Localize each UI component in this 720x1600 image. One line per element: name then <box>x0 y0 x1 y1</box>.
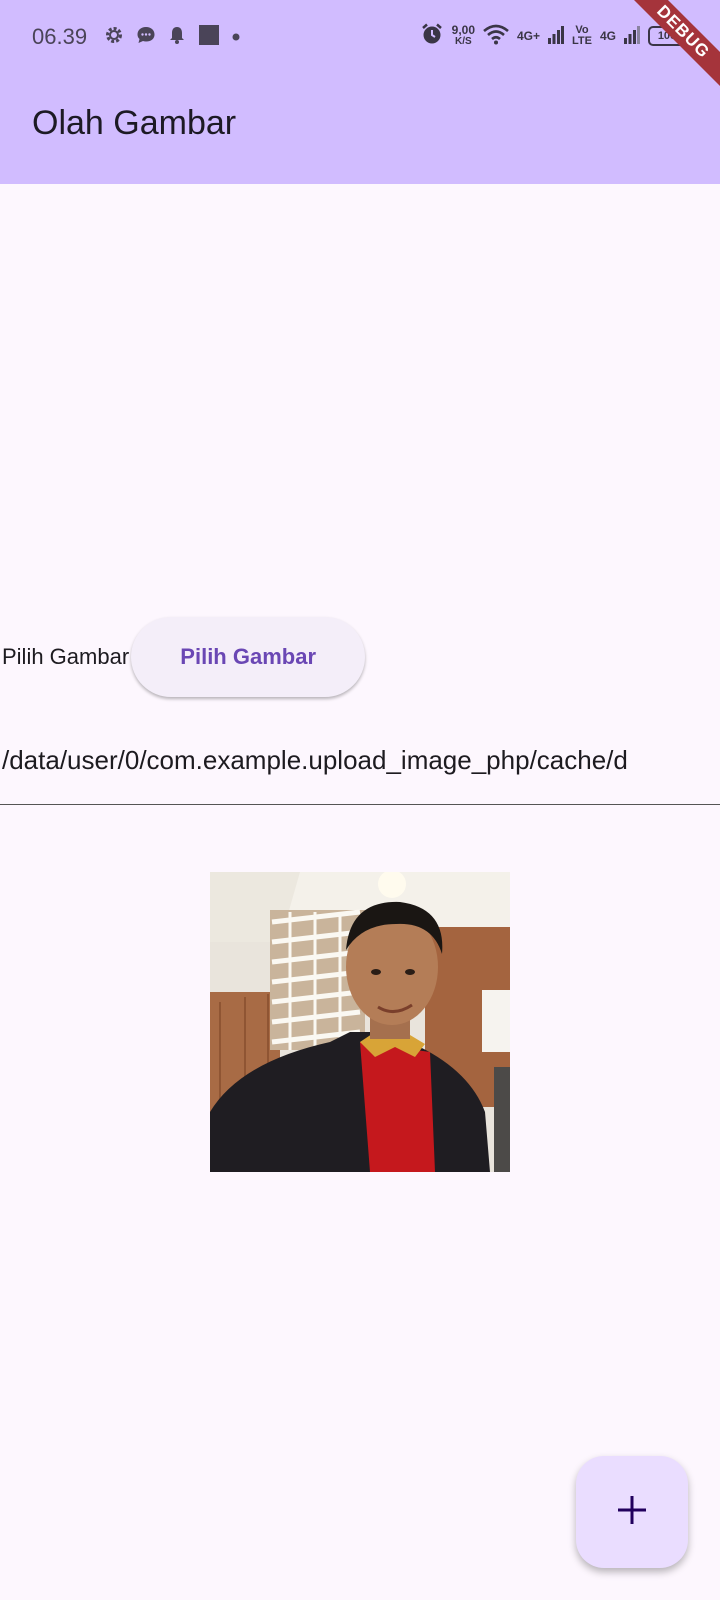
network-2-label: 4G <box>599 29 616 43</box>
volte-label: Vo LTE <box>572 25 592 47</box>
image-path-input[interactable] <box>0 740 720 780</box>
square-notification-icon <box>198 24 220 51</box>
picker-row: Pilih Gambar Pilih Gambar <box>0 616 366 698</box>
signal-bars-icon <box>548 24 565 49</box>
status-bar: 06.39 9,00 K/S 4G+ Vo LTE 4G 100 DEBUG <box>0 0 720 94</box>
selected-image-preview <box>210 872 510 1172</box>
volte-bottom: LTE <box>572 35 592 47</box>
status-left-icons <box>104 24 240 50</box>
settings-gear-icon <box>104 25 124 50</box>
network-speed-value: 9,00 <box>451 23 475 37</box>
add-fab-button[interactable] <box>576 1456 688 1568</box>
app-screen: 06.39 9,00 K/S 4G+ Vo LTE 4G 100 DEBUG O… <box>0 0 720 1600</box>
image-path-field[interactable] <box>0 740 720 805</box>
network-1-label: 4G+ <box>517 29 541 43</box>
signal-bars-icon <box>624 24 640 49</box>
picker-label: Pilih Gambar <box>2 644 130 669</box>
plus-icon <box>616 1494 648 1531</box>
message-bubble-icon <box>136 25 156 50</box>
status-right-icons: 9,00 K/S 4G+ Vo LTE 4G 100 <box>420 20 690 52</box>
status-time: 06.39 <box>32 24 88 49</box>
wifi-icon <box>483 23 509 50</box>
page-title: Olah Gambar <box>32 104 237 142</box>
network-speed: 9,00 K/S <box>452 24 475 48</box>
dot-icon <box>232 28 240 46</box>
app-bar: 06.39 9,00 K/S 4G+ Vo LTE 4G 100 DEBUG O… <box>0 0 720 184</box>
selected-image <box>210 872 510 1172</box>
network-speed-unit: K/S <box>454 36 472 47</box>
pick-image-button[interactable]: Pilih Gambar <box>131 617 366 697</box>
alarm-icon <box>420 22 444 51</box>
bell-icon <box>168 25 186 50</box>
